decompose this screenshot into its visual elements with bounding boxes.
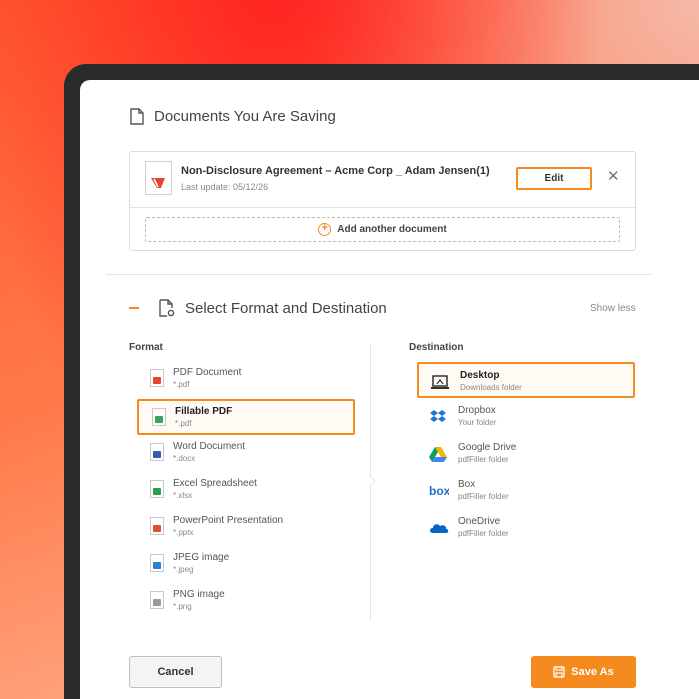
documents-section-title: Documents You Are Saving [130, 108, 336, 125]
box-icon: box [429, 483, 451, 499]
destination-option[interactable]: OneDrive pdfFiller folder [417, 510, 635, 546]
remove-document-close-icon[interactable]: ✕ [607, 169, 620, 184]
destination-option[interactable]: box Box pdfFiller folder [417, 473, 635, 509]
excel-icon [150, 480, 164, 498]
format-option[interactable]: Excel Spreadsheet *.xlsx [137, 473, 355, 509]
pdf-thumbnail-icon [145, 161, 172, 195]
format-extension: *.docx [173, 454, 196, 463]
destination-folder: pdfFiller folder [458, 492, 509, 501]
format-option[interactable]: Word Document *.docx [137, 436, 355, 472]
format-name: Word Document [173, 441, 246, 452]
format-option[interactable]: PNG image *.png [137, 584, 355, 620]
format-extension: *.pdf [173, 380, 190, 389]
save-as-label: Save As [571, 666, 614, 678]
format-column-header: Format [129, 342, 163, 353]
svg-text:box: box [429, 484, 449, 498]
dropbox-icon [429, 409, 447, 425]
documents-title-text: Documents You Are Saving [154, 108, 336, 125]
destination-folder: pdfFiller folder [458, 455, 509, 464]
format-extension: *.png [173, 602, 192, 611]
document-name: Non-Disclosure Agreement – Acme Corp _ A… [181, 165, 490, 177]
format-name: Excel Spreadsheet [173, 478, 257, 489]
format-name: PNG image [173, 589, 225, 600]
laptop-icon [431, 374, 449, 390]
destination-option[interactable]: Dropbox Your folder [417, 399, 635, 435]
collapse-dash-icon [129, 307, 139, 309]
document-settings-icon [159, 299, 175, 317]
destination-option[interactable]: Desktop Downloads folder [417, 362, 635, 398]
destination-folder: Your folder [458, 418, 497, 427]
add-document-label: Add another document [337, 224, 447, 235]
fillable-pdf-icon [152, 408, 166, 426]
pdf-icon [150, 369, 164, 387]
document-row: Non-Disclosure Agreement – Acme Corp _ A… [130, 152, 635, 208]
destination-folder: Downloads folder [460, 383, 522, 392]
destination-name: Desktop [460, 370, 500, 381]
floppy-disk-icon [553, 666, 565, 678]
format-name: PDF Document [173, 367, 242, 378]
format-extension: *.xlsx [173, 491, 193, 500]
save-dialog: Documents You Are Saving Non-Disclosure … [80, 80, 699, 699]
format-name: PowerPoint Presentation [173, 515, 284, 526]
destination-name: Google Drive [458, 442, 517, 453]
format-option[interactable]: JPEG image *.jpeg [137, 547, 355, 583]
destination-name: Box [458, 479, 476, 490]
format-name: JPEG image [173, 552, 230, 563]
destination-column-header: Destination [409, 342, 464, 353]
format-name: Fillable PDF [175, 406, 233, 417]
save-as-button[interactable]: Save As [531, 656, 636, 688]
format-extension: *.pptx [173, 528, 194, 537]
png-icon [150, 591, 164, 609]
destination-name: Dropbox [458, 405, 496, 416]
format-section-title[interactable]: Select Format and Destination [129, 299, 387, 317]
section-divider [106, 274, 651, 275]
word-icon [150, 443, 164, 461]
destination-folder: pdfFiller folder [458, 529, 509, 538]
destination-name: OneDrive [458, 516, 501, 527]
document-card: Non-Disclosure Agreement – Acme Corp _ A… [129, 151, 636, 251]
separator-notch [364, 475, 376, 487]
jpeg-icon [150, 554, 164, 572]
format-option[interactable]: Fillable PDF *.pdf [137, 399, 355, 435]
document-last-update: Last update: 05/12/26 [181, 182, 269, 192]
document-icon [130, 108, 144, 125]
format-title-text: Select Format and Destination [185, 299, 387, 317]
edit-button[interactable]: Edit [516, 167, 592, 190]
format-option[interactable]: PDF Document *.pdf [137, 362, 355, 398]
format-extension: *.pdf [175, 419, 192, 428]
format-extension: *.jpeg [173, 565, 194, 574]
google-drive-icon [429, 446, 447, 462]
add-another-document-button[interactable]: + Add another document [145, 217, 620, 242]
plus-circle-icon: + [318, 223, 332, 236]
onedrive-icon [429, 520, 449, 536]
format-option[interactable]: PowerPoint Presentation *.pptx [137, 510, 355, 546]
cancel-button[interactable]: Cancel [129, 656, 222, 688]
destination-option[interactable]: Google Drive pdfFiller folder [417, 436, 635, 472]
powerpoint-icon [150, 517, 164, 535]
show-less-link[interactable]: Show less [590, 303, 636, 314]
